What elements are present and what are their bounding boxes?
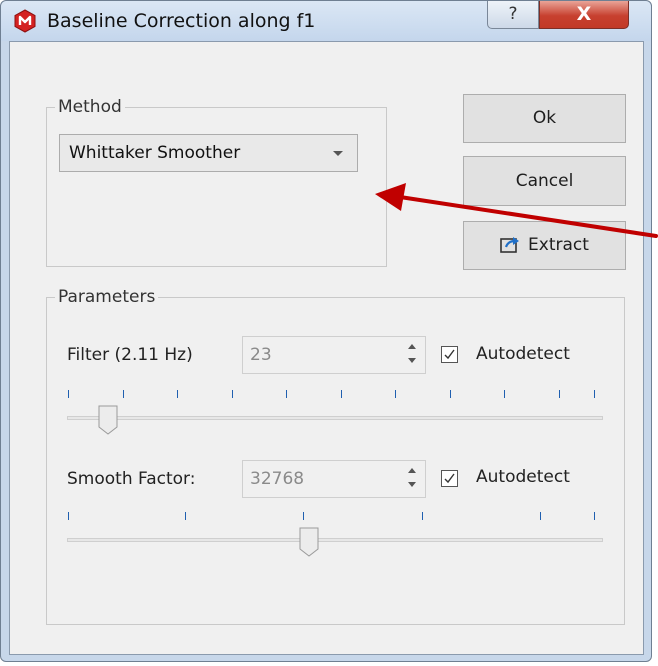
slider-tick	[185, 512, 186, 520]
window-title: Baseline Correction along f1	[47, 10, 316, 32]
filter-slider[interactable]	[67, 384, 603, 444]
spin-up-icon[interactable]	[408, 468, 416, 473]
smooth-factor-label: Smooth Factor:	[67, 469, 196, 489]
slider-tick	[594, 512, 595, 520]
slider-tick	[422, 512, 423, 520]
extract-button[interactable]: Extract	[463, 221, 626, 270]
smooth-factor-spinbox[interactable]: 32768	[242, 460, 426, 498]
slider-tick	[594, 390, 595, 398]
slider-tick	[123, 390, 124, 398]
slider-tick	[559, 390, 560, 398]
checkmark-icon	[444, 349, 455, 360]
slider-tick	[286, 390, 287, 398]
smooth-autodetect-checkbox[interactable]	[441, 470, 458, 487]
slider-tick	[177, 390, 178, 398]
filter-value: 23	[250, 345, 272, 365]
filter-label: Filter (2.11 Hz)	[67, 345, 193, 365]
slider-tick	[68, 390, 69, 398]
filter-autodetect-label: Autodetect	[476, 344, 570, 364]
help-icon: ?	[508, 4, 518, 24]
slider-tick	[232, 390, 233, 398]
method-combobox-value: Whittaker Smoother	[69, 143, 241, 163]
smooth-slider-handle[interactable]	[299, 527, 319, 557]
slider-tick	[341, 390, 342, 398]
smooth-factor-slider[interactable]	[67, 506, 603, 566]
help-button[interactable]: ?	[487, 1, 539, 29]
slider-tick	[504, 390, 505, 398]
method-group: Method	[46, 97, 387, 267]
parameters-legend: Parameters	[55, 287, 159, 307]
checkmark-icon	[444, 473, 455, 484]
cancel-button[interactable]: Cancel	[463, 156, 626, 206]
close-icon: X	[576, 3, 592, 25]
smooth-factor-value: 32768	[250, 469, 305, 489]
export-icon	[500, 237, 520, 253]
close-button[interactable]: X	[539, 1, 629, 29]
method-legend: Method	[55, 97, 125, 117]
cancel-label: Cancel	[515, 171, 574, 191]
spin-up-icon[interactable]	[408, 344, 416, 349]
ok-button[interactable]: Ok	[463, 94, 626, 143]
smooth-slider-track	[67, 538, 603, 542]
slider-tick	[303, 512, 304, 520]
filter-autodetect-checkbox[interactable]	[441, 346, 458, 363]
filter-slider-track	[67, 416, 603, 420]
title-bar[interactable]: Baseline Correction along f1 ? X	[1, 1, 651, 41]
chevron-down-icon[interactable]	[333, 151, 343, 156]
extract-label: Extract	[528, 235, 589, 255]
ok-label: Ok	[532, 108, 557, 128]
slider-tick	[68, 512, 69, 520]
app-icon	[14, 9, 36, 33]
method-combobox[interactable]: Whittaker Smoother	[59, 134, 358, 172]
slider-tick	[540, 512, 541, 520]
filter-slider-handle[interactable]	[98, 405, 118, 435]
slider-tick	[450, 390, 451, 398]
slider-tick	[395, 390, 396, 398]
spin-down-icon[interactable]	[408, 358, 416, 363]
spin-down-icon[interactable]	[408, 482, 416, 487]
filter-spinbox[interactable]: 23	[242, 336, 426, 374]
smooth-autodetect-label: Autodetect	[476, 467, 570, 487]
